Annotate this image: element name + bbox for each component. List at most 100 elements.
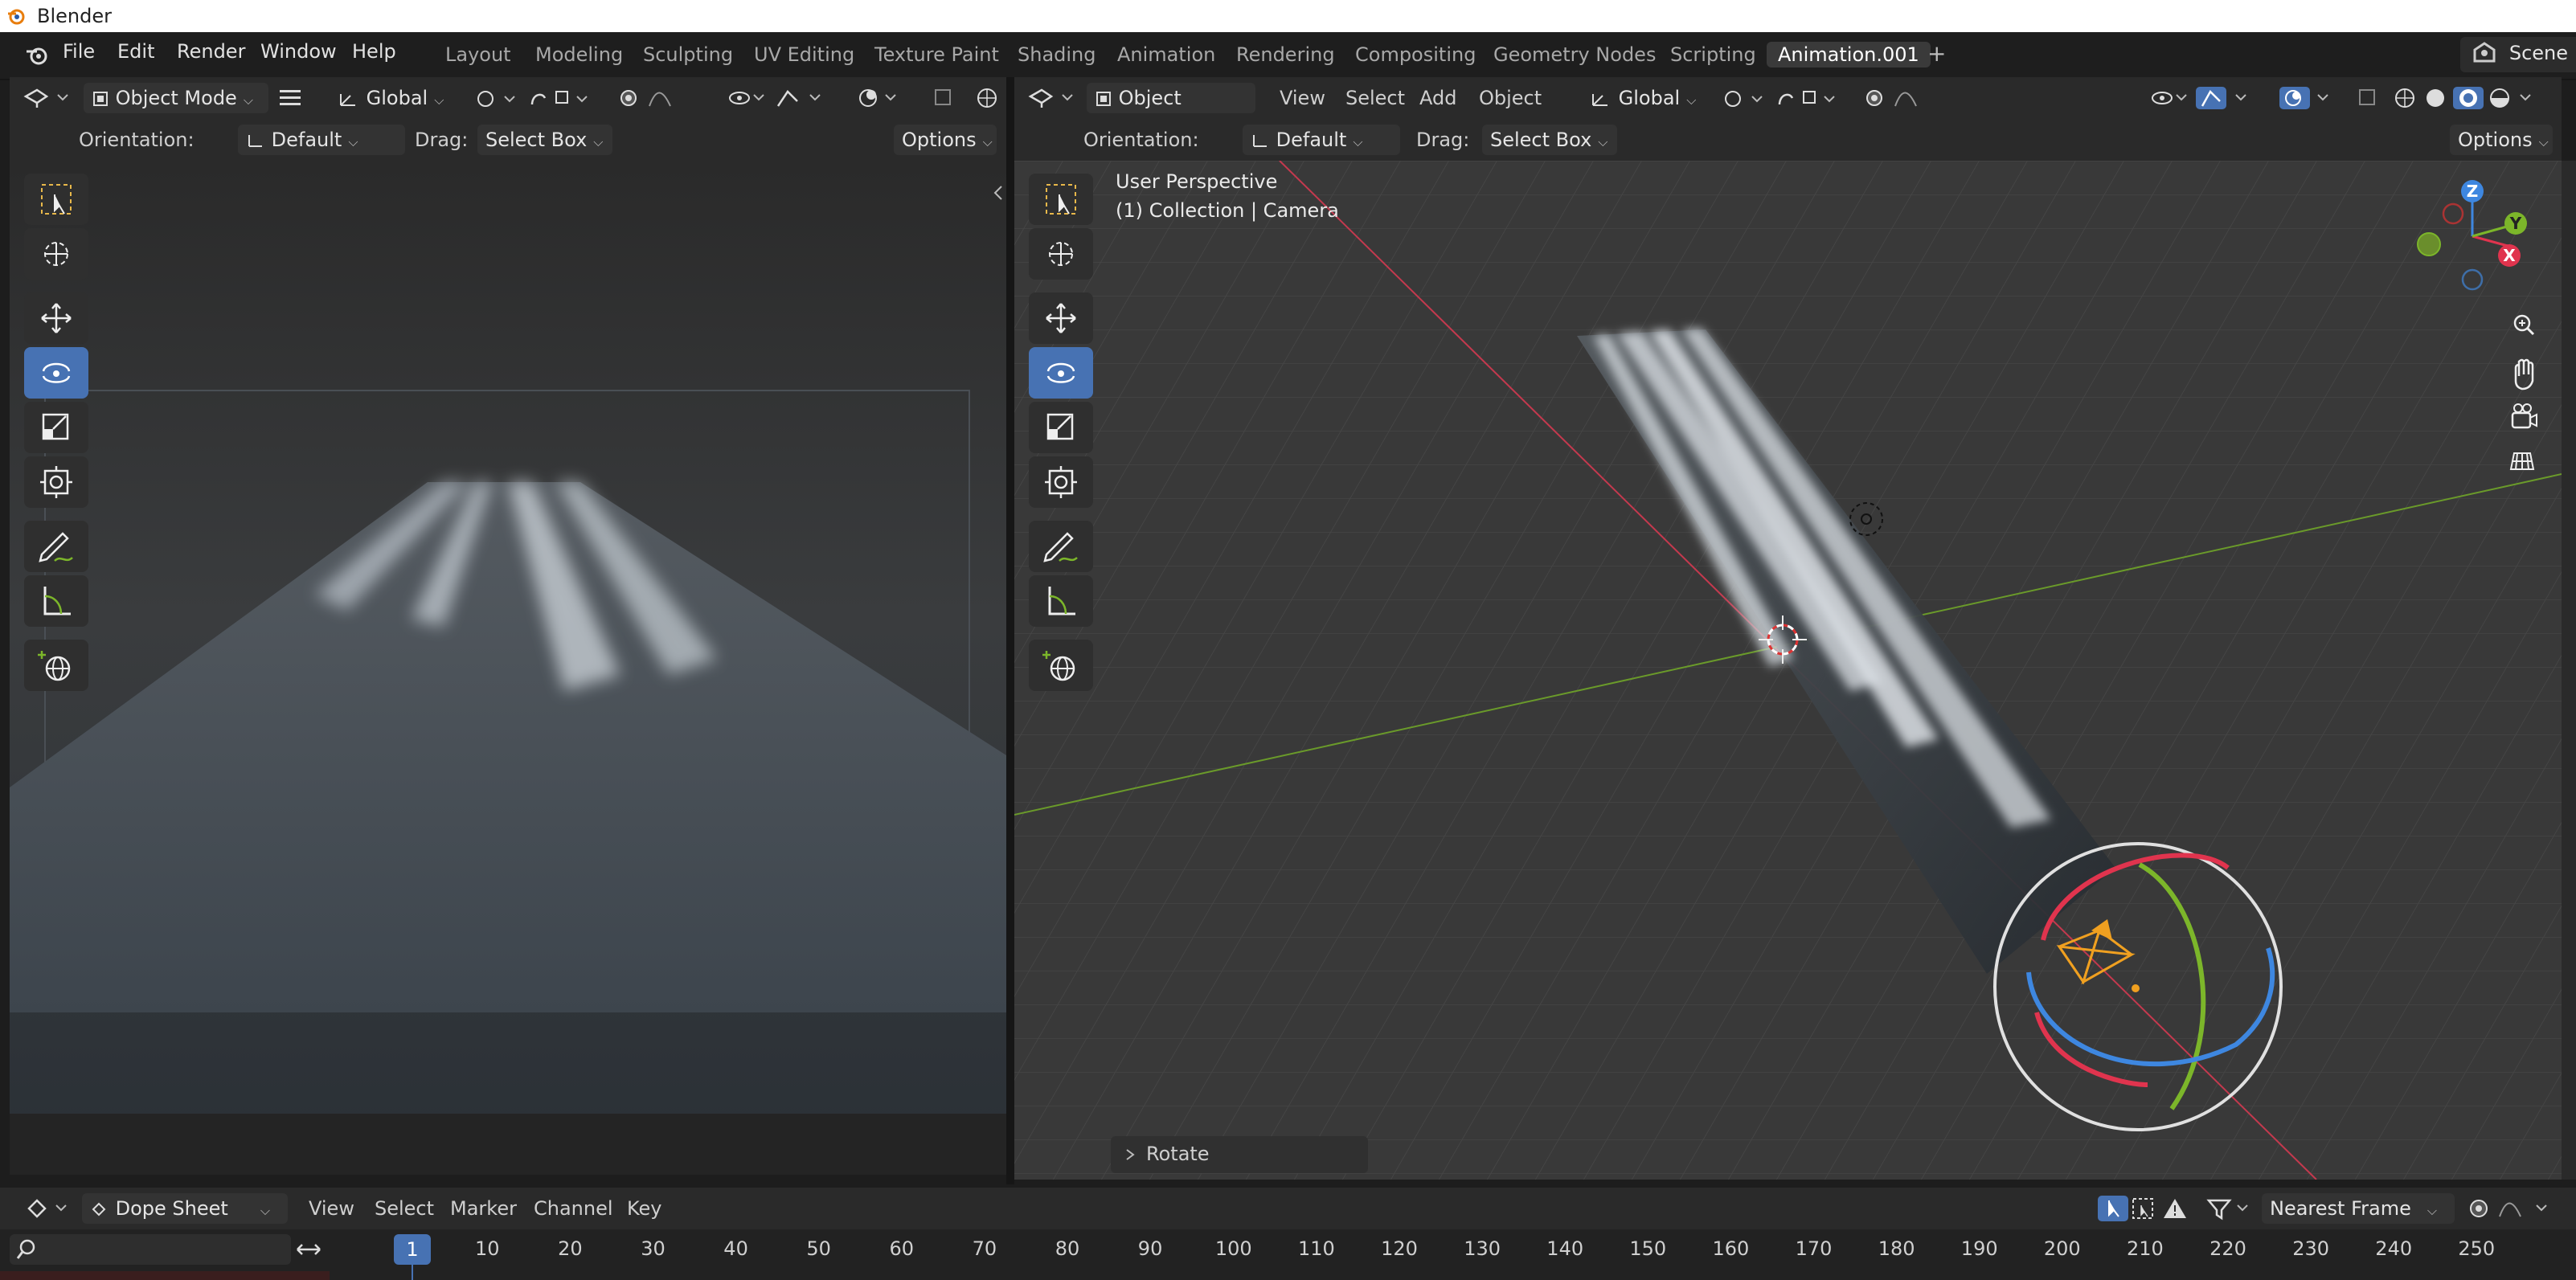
overlay-shading-icons[interactable] (2279, 85, 2553, 111)
rotate-tool[interactable] (24, 347, 88, 399)
filter-icon[interactable] (2205, 1196, 2254, 1221)
transform-orientation-dropdown[interactable]: Global ⌵ (1582, 83, 1710, 113)
options-label: Options (902, 129, 977, 151)
proportional-edit-icons[interactable] (1860, 85, 1940, 111)
menu-window[interactable]: Window (260, 40, 337, 63)
timeline-menu-view[interactable]: View (309, 1193, 354, 1224)
snap-mode-dropdown[interactable]: Nearest Frame ⌵ (2262, 1193, 2455, 1224)
left-viewport-camera-view[interactable] (10, 161, 1006, 1175)
tab-scripting[interactable]: Scripting (1670, 43, 1756, 66)
move-tool[interactable] (24, 292, 88, 344)
orientation-dropdown[interactable]: Default ⌵ (1243, 125, 1400, 155)
collapse-arrow-icon[interactable] (992, 183, 1005, 202)
tab-modeling[interactable]: Modeling (535, 43, 623, 66)
scale-icon (1046, 413, 1074, 440)
timeline-menu-marker[interactable]: Marker (450, 1193, 517, 1224)
timeline-tick-label: 210 (2127, 1237, 2164, 1260)
scene-selector[interactable]: Scene (2459, 37, 2576, 72)
tab-animation[interactable]: Animation (1117, 43, 1215, 66)
move-tool[interactable] (1029, 292, 1093, 344)
tab-shading[interactable]: Shading (1018, 43, 1096, 66)
tab-compositing[interactable]: Compositing (1355, 43, 1476, 66)
menu-object[interactable]: Object (1479, 83, 1542, 113)
tab-geometry-nodes[interactable]: Geometry Nodes (1493, 43, 1656, 66)
current-frame-indicator[interactable]: 1 (394, 1234, 431, 1265)
tab-rendering[interactable]: Rendering (1236, 43, 1335, 66)
drag-dropdown[interactable]: Select Box ⌵ (477, 125, 612, 155)
menu-edit[interactable]: Edit (117, 40, 154, 63)
orientation-dropdown[interactable]: Default ⌵ (238, 125, 405, 155)
transform-tool[interactable] (24, 456, 88, 508)
last-operator-panel[interactable]: Rotate (1111, 1136, 1368, 1173)
axis-gizmo: Z X Y (2417, 180, 2527, 291)
scene-canvas (1014, 161, 2562, 1180)
editor-type-icon[interactable] (1027, 85, 1075, 111)
cursor-icon (1049, 242, 1073, 266)
proportional-edit-icons[interactable] (614, 85, 694, 111)
visibility-gizmo-icons[interactable] (725, 85, 829, 111)
add-cube-tool[interactable] (24, 640, 88, 691)
orientation-value: Default (271, 129, 342, 151)
mode-dropdown[interactable]: Object Mode⌵ (1087, 83, 1255, 140)
tab-animation-001[interactable]: Animation.001 (1767, 42, 1931, 67)
cursor-tool[interactable] (24, 228, 88, 280)
dope-sheet-header: Dope Sheet ⌵ View Select Marker Channel K… (0, 1188, 2576, 1229)
rotate-tool[interactable] (1029, 347, 1093, 399)
visibility-gizmo-icons[interactable] (2146, 85, 2275, 111)
navigation-gizmo[interactable]: Z X Y (2413, 177, 2533, 297)
menu-view[interactable]: View (1280, 83, 1325, 113)
area-divider[interactable] (1006, 77, 1014, 1184)
editor-type-icon[interactable] (23, 85, 71, 111)
tab-uv-editing[interactable]: UV Editing (754, 43, 854, 66)
annotate-tool[interactable] (24, 521, 88, 572)
selection-filter-icons[interactable] (2098, 1194, 2202, 1223)
dope-sheet-ruler[interactable]: 1 10 20 30 40 50 60 70 80 90 100 110 120 130 140 150 16… (0, 1229, 2576, 1280)
select-box-icon (41, 184, 72, 215)
transform-tool[interactable] (1029, 456, 1093, 508)
select-box-tool[interactable] (1029, 174, 1093, 225)
add-cube-tool[interactable] (1029, 640, 1093, 691)
menu-render[interactable]: Render (177, 40, 245, 63)
measure-tool[interactable] (24, 575, 88, 627)
select-box-tool[interactable] (24, 174, 88, 225)
menu-file[interactable]: File (63, 40, 95, 63)
drag-dropdown[interactable]: Select Box ⌵ (1482, 125, 1617, 155)
add-workspace-icon[interactable]: + (1927, 40, 1946, 67)
options-dropdown[interactable]: Options ⌵ (2450, 125, 2553, 155)
menu-add[interactable]: Add (1419, 83, 1456, 113)
select-box-icon (1046, 184, 1076, 215)
timeline-menu-channel[interactable]: Channel (534, 1193, 613, 1224)
scale-tool[interactable] (24, 402, 88, 453)
swap-arrows-icon[interactable] (293, 1236, 325, 1263)
transform-orientation-dropdown[interactable]: Global ⌵ (330, 83, 463, 113)
right-sidebar-edge[interactable] (2562, 161, 2576, 1180)
move-icon (41, 303, 72, 333)
mode-dropdown[interactable]: Object Mode⌵ (84, 83, 268, 113)
annotate-tool[interactable] (1029, 521, 1093, 572)
tab-sculpting[interactable]: Sculpting (643, 43, 733, 66)
timeline-tick-label: 180 (1878, 1237, 1915, 1260)
tab-texture-paint[interactable]: Texture Paint (874, 43, 999, 66)
pivot-snap-icons[interactable] (1720, 87, 1849, 111)
timeline-menu-key[interactable]: Key (627, 1193, 662, 1224)
dope-sheet-mode-dropdown[interactable]: Dope Sheet ⌵ (82, 1193, 288, 1224)
measure-tool[interactable] (1029, 575, 1093, 627)
timeline-menu-select[interactable]: Select (375, 1193, 434, 1224)
right-viewport-3d[interactable]: User Perspective (1) Collection | Camera… (1014, 161, 2562, 1180)
menu-select[interactable]: Select (1345, 83, 1405, 113)
channel-search-input[interactable] (10, 1234, 291, 1265)
view-navigation-buttons[interactable] (2506, 309, 2546, 501)
editor-type-icon[interactable] (24, 1196, 72, 1221)
overlay-shading-icons[interactable] (854, 85, 1006, 111)
cursor-tool[interactable] (1029, 228, 1093, 280)
snap-label: Nearest Frame (2270, 1197, 2411, 1220)
hamburger-menu-icon[interactable] (278, 87, 302, 109)
timeline-tick-label: 10 (475, 1237, 500, 1260)
blender-menu-icon[interactable] (24, 42, 50, 67)
proportional-edit-icons[interactable] (2464, 1194, 2569, 1223)
scale-tool[interactable] (1029, 402, 1093, 453)
options-dropdown[interactable]: Options ⌵ (894, 125, 997, 155)
pivot-snap-icons[interactable] (473, 87, 601, 111)
tab-layout[interactable]: Layout (445, 43, 511, 66)
menu-help[interactable]: Help (352, 40, 396, 63)
